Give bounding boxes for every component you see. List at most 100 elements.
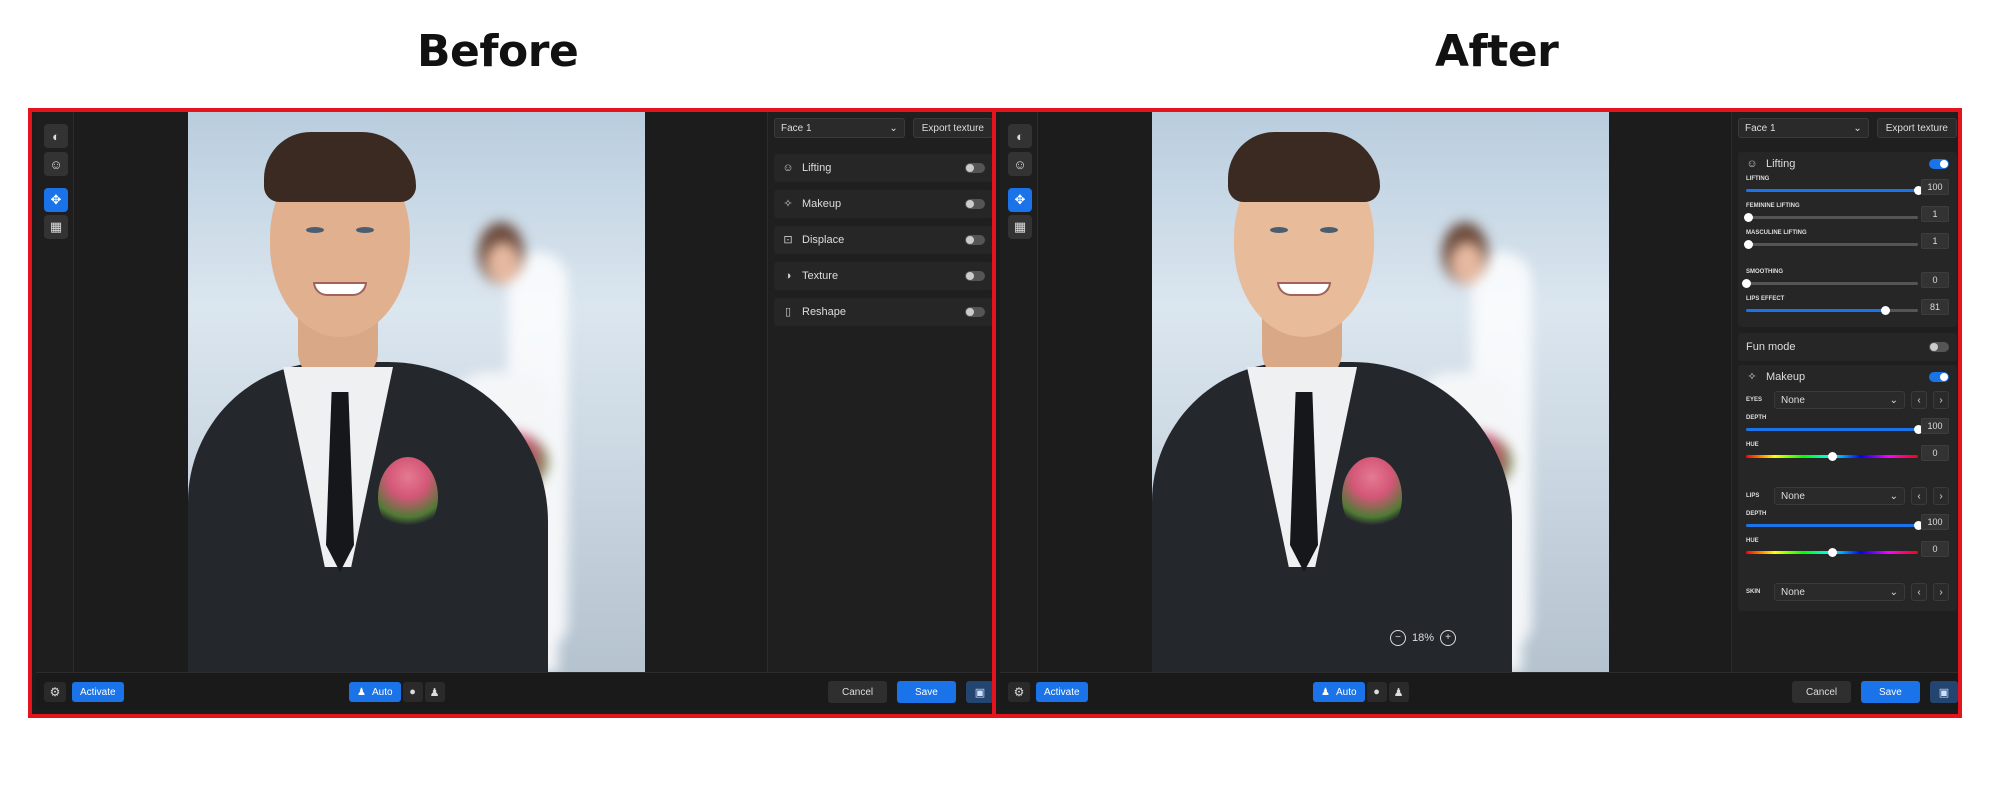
feature-makeup[interactable]: ✧ Makeup bbox=[774, 190, 993, 218]
skin-select[interactable]: None ⌄ bbox=[1774, 583, 1905, 601]
auto-mode-button[interactable]: ♟ Auto bbox=[349, 682, 401, 702]
slider-value[interactable]: 100 bbox=[1921, 179, 1949, 195]
activate-button[interactable]: Activate bbox=[1036, 682, 1088, 702]
auto-mode-button[interactable]: ♟ Auto bbox=[1313, 682, 1365, 702]
adjustments-panel: Face 1 ⌄ Export texture ☺ Lifting LIFTING 1… bbox=[1731, 112, 1962, 672]
before-heading: Before bbox=[417, 26, 579, 77]
skin-next-icon[interactable]: › bbox=[1933, 583, 1949, 601]
after-frame: ◐ ☺ ✥ ▦ − 18% + Face 1 ⌄ Export texture … bbox=[992, 108, 1962, 718]
mode-selector: ♟ Auto ● ♟ bbox=[1313, 682, 1409, 702]
face-mesh-icon[interactable]: ☺ bbox=[1008, 152, 1032, 176]
lips-next-icon[interactable]: › bbox=[1933, 487, 1949, 505]
reshape-icon: ▯ bbox=[784, 306, 792, 318]
cancel-button[interactable]: Cancel bbox=[1792, 681, 1852, 703]
cancel-button[interactable]: Cancel bbox=[828, 681, 888, 703]
eyes-select[interactable]: None ⌄ bbox=[1774, 391, 1905, 409]
lips-depth-value[interactable]: 100 bbox=[1921, 514, 1949, 530]
makeup-toggle[interactable] bbox=[1929, 372, 1949, 382]
texture-toggle[interactable] bbox=[965, 271, 985, 281]
move-icon[interactable]: ✥ bbox=[1008, 188, 1032, 212]
skin-prev-icon[interactable]: ‹ bbox=[1911, 583, 1927, 601]
feature-lifting[interactable]: ☺ Lifting bbox=[774, 154, 993, 182]
feature-texture[interactable]: ◑ Texture bbox=[774, 262, 993, 290]
move-icon[interactable]: ✥ bbox=[44, 188, 68, 212]
slider-value[interactable]: 1 bbox=[1921, 206, 1949, 222]
slider-value[interactable]: 1 bbox=[1921, 233, 1949, 249]
lips-effect-slider[interactable]: LIPS EFFECT 81 bbox=[1746, 296, 1949, 323]
lips-hue-value[interactable]: 0 bbox=[1921, 541, 1949, 557]
lifting-icon: ☺ bbox=[1746, 158, 1758, 170]
before-frame: ◐ ☺ ✥ ▦ Face 1 ⌄ Export texture ☺ Liftin… bbox=[28, 108, 998, 718]
activate-button[interactable]: Activate bbox=[72, 682, 124, 702]
grid-icon[interactable]: ▦ bbox=[1008, 215, 1032, 239]
makeup-section: ✧ Makeup EYES None ⌄ ‹ › DEPTH 100 HUE 0… bbox=[1738, 365, 1957, 611]
bottom-bar: ⚙ Activate ♟ Auto ● ♟ Cancel Save ▣ bbox=[1000, 672, 1958, 710]
mask-icon[interactable]: ◐ bbox=[1008, 124, 1032, 148]
face-select[interactable]: Face 1 ⌄ bbox=[774, 118, 905, 138]
grid-icon[interactable]: ▦ bbox=[44, 215, 68, 239]
lips-depth-slider[interactable]: DEPTH 100 bbox=[1746, 511, 1949, 538]
portrait-mode-icon[interactable]: ● bbox=[1366, 682, 1387, 702]
eyes-hue-value[interactable]: 0 bbox=[1921, 445, 1949, 461]
feature-reshape[interactable]: ▯ Reshape bbox=[774, 298, 993, 326]
lips-hue-slider[interactable]: HUE 0 bbox=[1746, 538, 1949, 565]
fun-mode-toggle[interactable] bbox=[1929, 342, 1949, 352]
portrait-mode-icon[interactable]: ● bbox=[402, 682, 423, 702]
settings-gear-icon[interactable]: ⚙ bbox=[1008, 682, 1030, 702]
sparkle-icon: ✧ bbox=[783, 198, 793, 210]
face-mesh-icon[interactable]: ☺ bbox=[44, 152, 68, 176]
eyes-depth-value[interactable]: 100 bbox=[1921, 418, 1949, 434]
full-body-mode-icon[interactable]: ♟ bbox=[1388, 682, 1409, 702]
chevron-down-icon: ⌄ bbox=[1853, 122, 1862, 134]
displace-toggle[interactable] bbox=[965, 235, 985, 245]
eyes-hue-slider[interactable]: HUE 0 bbox=[1746, 442, 1949, 469]
face-select[interactable]: Face 1 ⌄ bbox=[1738, 118, 1869, 138]
feminine-lifting-slider[interactable]: FEMININE LIFTING 1 bbox=[1743, 203, 1949, 230]
reshape-toggle[interactable] bbox=[965, 307, 985, 317]
slider-value[interactable]: 0 bbox=[1921, 272, 1949, 288]
panel-scrollbar[interactable] bbox=[1958, 116, 1962, 456]
export-texture-button[interactable]: Export texture bbox=[912, 118, 993, 138]
image-canvas[interactable] bbox=[74, 112, 807, 672]
mask-icon[interactable]: ◐ bbox=[44, 124, 68, 148]
lifting-toggle[interactable] bbox=[1929, 159, 1949, 169]
lifting-section: ☺ Lifting LIFTING 100 FEMININE LIFTING 1 MASC… bbox=[1738, 152, 1957, 327]
mode-selector: ♟ Auto ● ♟ bbox=[349, 682, 445, 702]
zoom-out-icon[interactable]: − bbox=[1390, 630, 1406, 646]
eyes-prev-icon[interactable]: ‹ bbox=[1911, 391, 1927, 409]
chevron-down-icon: ⌄ bbox=[1889, 586, 1898, 598]
lips-select[interactable]: None ⌄ bbox=[1774, 487, 1905, 505]
smoothing-slider[interactable]: SMOOTHING 0 bbox=[1742, 269, 1949, 296]
settings-gear-icon[interactable]: ⚙ bbox=[44, 682, 66, 702]
zoom-control: − 18% + bbox=[1390, 630, 1457, 646]
save-button[interactable]: Save bbox=[1861, 681, 1920, 703]
lifting-icon: ☺ bbox=[782, 162, 794, 174]
fun-mode-row: Fun mode bbox=[1738, 333, 1957, 361]
left-toolbar: ◐ ☺ ✥ ▦ bbox=[1000, 112, 1038, 672]
zoom-in-icon[interactable]: + bbox=[1440, 630, 1457, 646]
export-texture-button[interactable]: Export texture bbox=[1876, 118, 1957, 138]
displace-icon: ⊡ bbox=[783, 234, 793, 246]
lifting-slider[interactable]: LIFTING 100 bbox=[1746, 176, 1949, 203]
masculine-lifting-slider[interactable]: MASCULINE LIFTING 1 bbox=[1743, 230, 1949, 257]
full-body-mode-icon[interactable]: ♟ bbox=[424, 682, 445, 702]
save-as-disk-icon[interactable]: ▣ bbox=[1930, 681, 1958, 703]
skin-row: SKIN None ⌄ ‹ › bbox=[1746, 581, 1949, 603]
adjustments-panel: Face 1 ⌄ Export texture ☺ Lifting ✧ Makeup … bbox=[767, 112, 994, 672]
feature-displace[interactable]: ⊡ Displace bbox=[774, 226, 993, 254]
eyes-depth-slider[interactable]: DEPTH 100 bbox=[1746, 415, 1949, 442]
image-canvas[interactable]: − 18% + bbox=[1038, 112, 1771, 672]
lips-prev-icon[interactable]: ‹ bbox=[1911, 487, 1927, 505]
eyes-next-icon[interactable]: › bbox=[1933, 391, 1949, 409]
sparkle-icon: ✧ bbox=[1747, 371, 1757, 383]
makeup-toggle[interactable] bbox=[965, 199, 985, 209]
person-icon: ♟ bbox=[1321, 686, 1330, 698]
save-as-disk-icon[interactable]: ▣ bbox=[966, 681, 994, 703]
portrait-photo bbox=[1152, 112, 1609, 672]
person-icon: ♟ bbox=[357, 686, 366, 698]
save-button[interactable]: Save bbox=[897, 681, 956, 703]
chevron-down-icon: ⌄ bbox=[889, 122, 898, 134]
slider-value[interactable]: 81 bbox=[1921, 299, 1949, 315]
lips-row: LIPS None ⌄ ‹ › bbox=[1746, 485, 1949, 507]
lifting-toggle[interactable] bbox=[965, 163, 985, 173]
